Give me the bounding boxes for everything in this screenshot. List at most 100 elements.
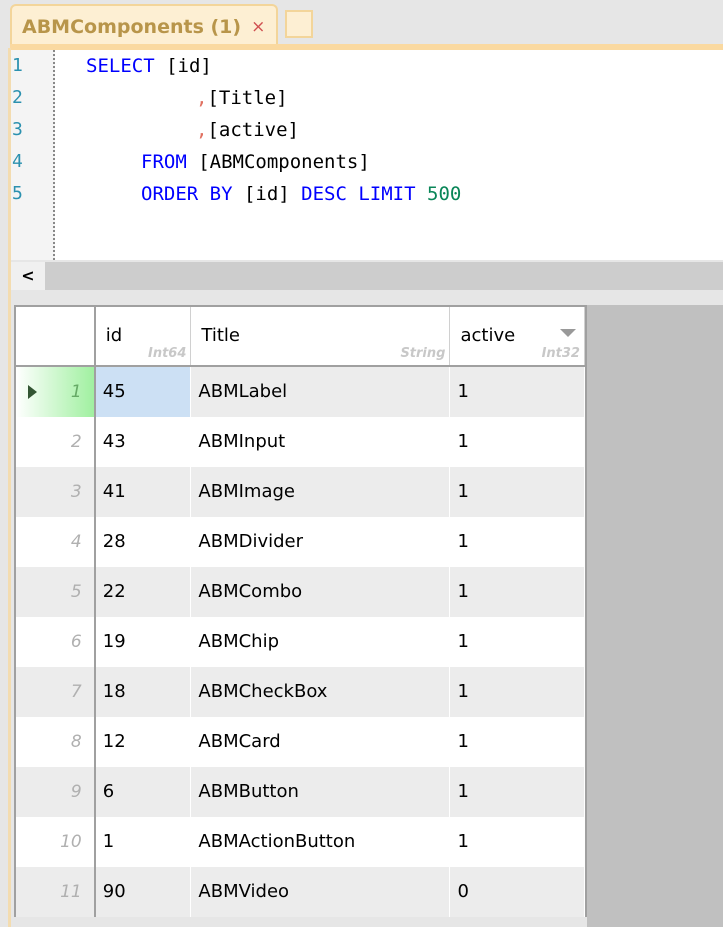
cell-active[interactable]: 1 xyxy=(450,667,585,717)
cell-active[interactable]: 1 xyxy=(450,767,585,817)
table-row[interactable]: 9 6 ABMButton 1 xyxy=(16,767,585,817)
cell-text: ABMLabel xyxy=(198,381,288,402)
line-number: 5 xyxy=(12,183,23,204)
cell-id[interactable]: 12 xyxy=(96,717,192,767)
empty-grid-space xyxy=(587,305,723,927)
scroll-left-button[interactable]: < xyxy=(11,262,45,290)
close-icon[interactable]: × xyxy=(251,17,265,37)
table-row[interactable]: 11 90 ABMVideo 0 xyxy=(16,867,585,917)
cell-text: 1 xyxy=(457,731,469,752)
code-token: [ABMComponents] xyxy=(186,151,370,173)
cell-id[interactable]: 22 xyxy=(96,567,192,617)
cell-id[interactable]: 28 xyxy=(96,517,192,567)
column-type: String xyxy=(400,346,446,361)
row-number[interactable]: 7 xyxy=(16,667,96,717)
table-row[interactable]: 5 22 ABMCombo 1 xyxy=(16,567,585,617)
code-line: ,[Title] xyxy=(196,87,288,109)
cell-text: 8 xyxy=(70,732,82,752)
cell-active[interactable]: 1 xyxy=(450,467,585,517)
cell-active[interactable]: 1 xyxy=(450,367,585,417)
row-number[interactable]: 1 xyxy=(16,367,96,417)
cell-text: 43 xyxy=(102,431,126,452)
column-name: id xyxy=(105,325,123,346)
cell-text: 1 xyxy=(457,831,469,852)
code-line: SELECT [id] xyxy=(86,55,212,77)
row-number[interactable]: 8 xyxy=(16,717,96,767)
cell-title[interactable]: ABMCard xyxy=(191,717,451,767)
cell-id[interactable]: 19 xyxy=(96,617,192,667)
column-header-active[interactable]: active Int32 xyxy=(450,307,585,365)
horizontal-scrollbar[interactable]: < xyxy=(11,262,723,290)
cell-title[interactable]: ABMLabel xyxy=(191,367,451,417)
column-name: Title xyxy=(201,325,240,346)
cell-text: 1 xyxy=(457,531,469,552)
cell-title[interactable]: ABMImage xyxy=(191,467,451,517)
new-tab-button[interactable] xyxy=(285,10,313,38)
cell-active[interactable]: 1 xyxy=(450,817,585,867)
line-number: 3 xyxy=(12,119,23,140)
column-header-title[interactable]: Title String xyxy=(191,307,451,365)
row-number[interactable]: 10 xyxy=(16,817,96,867)
tab-title: ABMComponents (1) xyxy=(22,16,242,38)
code-token: ORDER BY xyxy=(141,183,233,205)
table-row[interactable]: 6 19 ABMChip 1 xyxy=(16,617,585,667)
cell-id[interactable]: 45 xyxy=(95,367,192,417)
sort-desc-icon[interactable] xyxy=(559,329,576,337)
cell-active[interactable]: 1 xyxy=(450,617,585,667)
table-row[interactable]: 3 41 ABMImage 1 xyxy=(16,467,585,517)
cell-title[interactable]: ABMCheckBox xyxy=(191,667,451,717)
table-row[interactable]: 2 43 ABMInput 1 xyxy=(16,417,585,467)
code-token: SELECT xyxy=(86,55,155,77)
cell-text: ABMInput xyxy=(198,431,286,452)
sql-editor[interactable]: 12345 SELECT [id] ,[Title] ,[active] FROM [… xyxy=(11,50,723,260)
cell-id[interactable]: 6 xyxy=(96,767,192,817)
cell-title[interactable]: ABMChip xyxy=(191,617,451,667)
cell-title[interactable]: ABMVideo xyxy=(191,867,451,917)
cell-text: 6 xyxy=(70,632,82,652)
code-token: [id] xyxy=(154,55,212,77)
cell-active[interactable]: 1 xyxy=(450,417,585,467)
row-number[interactable]: 9 xyxy=(16,767,96,817)
cell-text: 45 xyxy=(102,381,126,402)
column-header-id[interactable]: id Int64 xyxy=(96,307,192,365)
cell-text: 1 xyxy=(70,382,82,402)
code-line: ,[active] xyxy=(196,119,299,141)
cell-text: 1 xyxy=(457,781,469,802)
cell-active[interactable]: 1 xyxy=(450,717,585,767)
table-row[interactable]: 8 12 ABMCard 1 xyxy=(16,717,585,767)
row-number[interactable]: 4 xyxy=(16,517,96,567)
row-number[interactable]: 3 xyxy=(16,467,96,517)
cell-text: 5 xyxy=(70,582,82,602)
cell-id[interactable]: 43 xyxy=(96,417,192,467)
cell-active[interactable]: 1 xyxy=(450,517,585,567)
table-row[interactable]: 1 45 ABMLabel 1 xyxy=(16,367,585,417)
cell-id[interactable]: 1 xyxy=(96,817,192,867)
current-row-icon xyxy=(28,385,37,399)
cell-active[interactable]: 0 xyxy=(450,867,585,917)
grid-header: id Int64 Title String active Int32 xyxy=(16,307,585,367)
column-type: Int32 xyxy=(541,346,580,361)
cell-title[interactable]: ABMDivider xyxy=(191,517,451,567)
cell-text: 1 xyxy=(102,831,115,852)
cell-text: 10 xyxy=(60,832,82,852)
table-row[interactable]: 7 18 ABMCheckBox 1 xyxy=(16,667,585,717)
cell-title[interactable]: ABMInput xyxy=(191,417,451,467)
row-number[interactable]: 6 xyxy=(16,617,96,667)
cell-title[interactable]: ABMCombo xyxy=(191,567,451,617)
cell-title[interactable]: ABMActionButton xyxy=(191,817,451,867)
cell-title[interactable]: ABMButton xyxy=(191,767,451,817)
cell-id[interactable]: 18 xyxy=(96,667,192,717)
cell-id[interactable]: 90 xyxy=(96,867,192,917)
table-row[interactable]: 4 28 ABMDivider 1 xyxy=(16,517,585,567)
tab-abmcomponents[interactable]: ABMComponents (1) × xyxy=(10,4,278,48)
table-row[interactable]: 10 1 ABMActionButton 1 xyxy=(16,817,585,867)
cell-active[interactable]: 1 xyxy=(450,567,585,617)
row-number[interactable]: 11 xyxy=(16,867,96,917)
row-number[interactable]: 2 xyxy=(16,417,96,467)
row-header-corner[interactable] xyxy=(16,307,96,365)
cell-text: 12 xyxy=(102,731,126,752)
row-number[interactable]: 5 xyxy=(16,567,96,617)
code-token: , xyxy=(196,87,208,109)
cell-id[interactable]: 41 xyxy=(96,467,192,517)
